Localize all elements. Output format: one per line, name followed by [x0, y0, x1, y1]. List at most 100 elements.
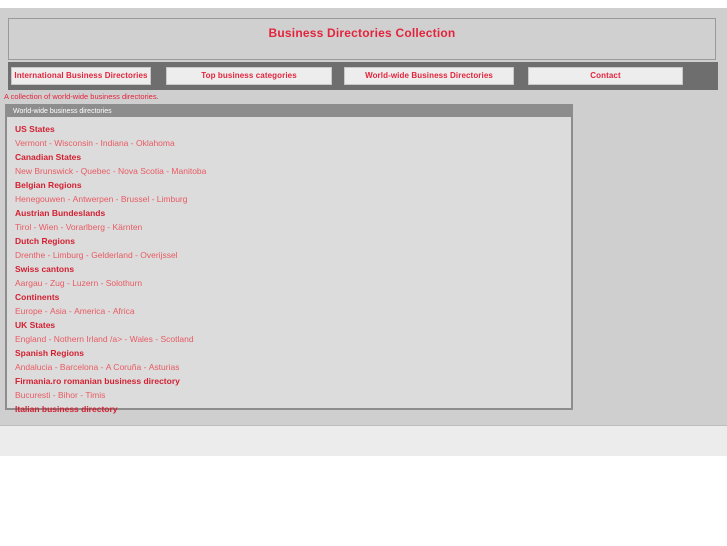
- link-separator: -: [104, 222, 113, 232]
- directory-group-heading[interactable]: Belgian Regions: [15, 178, 571, 192]
- link-separator: -: [141, 362, 149, 372]
- nav-tab-label: Contact: [590, 71, 621, 80]
- directory-link[interactable]: Zug: [50, 278, 65, 288]
- directory-link[interactable]: Scotland: [160, 334, 193, 344]
- directory-link[interactable]: Kärnten: [113, 222, 143, 232]
- directory-link[interactable]: Limburg: [53, 250, 84, 260]
- directory-link[interactable]: Vorarlberg: [66, 222, 105, 232]
- directory-group-links: Vermont - Wisconsin - Indiana - Oklahoma: [15, 136, 571, 150]
- nav-tab-label: World-wide Business Directories: [365, 71, 493, 80]
- directory-link[interactable]: Timis: [85, 390, 105, 400]
- page-body: Business Directories Collection Internat…: [0, 8, 727, 426]
- directory-link[interactable]: Nova Scotia: [118, 166, 164, 176]
- nav-tab-contact[interactable]: Contact: [528, 67, 683, 85]
- directory-group-heading[interactable]: Continents: [15, 290, 571, 304]
- directory-link[interactable]: Limburg: [157, 194, 188, 204]
- panel-title: World-wide business directories: [7, 106, 571, 117]
- directory-group-links: Drenthe - Limburg - Gelderland - Overijs…: [15, 248, 571, 262]
- link-separator: -: [92, 138, 101, 148]
- link-separator: -: [65, 194, 73, 204]
- directory-link[interactable]: Tirol: [15, 222, 31, 232]
- directory-link[interactable]: Quebec: [81, 166, 111, 176]
- directory-link[interactable]: A Coruña: [106, 362, 141, 372]
- link-separator: -: [31, 222, 39, 232]
- link-separator: -: [98, 278, 106, 288]
- link-separator: -: [113, 194, 121, 204]
- directories-list: US States Vermont - Wisconsin - Indiana -…: [7, 117, 571, 416]
- directory-group-links: England - Nothern Irland /a> - Wales - S…: [15, 332, 571, 346]
- directory-link[interactable]: Gelderland: [91, 250, 133, 260]
- nav-tab-international-business-directories[interactable]: International Business Directories: [11, 67, 151, 85]
- directory-link[interactable]: England: [15, 334, 46, 344]
- directory-group: Continents Europe - Asia - America - Afri…: [15, 290, 571, 318]
- directory-group-heading[interactable]: Dutch Regions: [15, 234, 571, 248]
- nav-tab-world-wide-business-directories[interactable]: World-wide Business Directories: [344, 67, 514, 85]
- directory-group: Swiss cantons Aargau - Zug - Luzern - Sol…: [15, 262, 571, 290]
- nav-tab-top-business-categories[interactable]: Top business categories: [166, 67, 332, 85]
- link-separator: -: [122, 334, 130, 344]
- link-separator: -: [128, 138, 136, 148]
- main-navigation: International Business Directories Top b…: [8, 62, 718, 90]
- link-separator: -: [98, 362, 106, 372]
- directory-link[interactable]: Overijssel: [140, 250, 177, 260]
- directory-group-heading[interactable]: Spanish Regions: [15, 346, 571, 360]
- directory-group-heading[interactable]: Austrian Bundeslands: [15, 206, 571, 220]
- directory-link[interactable]: Wisconsin: [54, 138, 93, 148]
- directory-link[interactable]: Bihor: [58, 390, 78, 400]
- directory-group-heading[interactable]: US States: [15, 122, 571, 136]
- directory-group-links: Aargau - Zug - Luzern - Solothurn: [15, 276, 571, 290]
- directory-link[interactable]: Oklahoma: [136, 138, 175, 148]
- directory-link[interactable]: Nothern Irland /a>: [54, 334, 122, 344]
- link-separator: -: [52, 362, 60, 372]
- directory-group: Austrian Bundeslands Tirol - Wien - Vorar…: [15, 206, 571, 234]
- directory-link[interactable]: Vermont: [15, 138, 47, 148]
- nav-tab-label: International Business Directories: [14, 71, 148, 80]
- directory-link[interactable]: Indiana: [101, 138, 129, 148]
- link-separator: -: [105, 306, 113, 316]
- directory-link[interactable]: Manitoba: [171, 166, 206, 176]
- link-separator: -: [58, 222, 66, 232]
- directory-link[interactable]: Drenthe: [15, 250, 45, 260]
- directory-group-heading[interactable]: UK States: [15, 318, 571, 332]
- directories-panel: World-wide business directories US State…: [5, 104, 573, 414]
- footer-strip: [0, 426, 727, 456]
- top-gutter: [0, 0, 727, 8]
- directory-group: Spanish Regions Andalucia - Barcelona - A…: [15, 346, 571, 374]
- directory-group-heading[interactable]: Swiss cantons: [15, 262, 571, 276]
- directory-group-links: New Brunswick - Quebec - Nova Scotia - M…: [15, 164, 571, 178]
- header-banner: Business Directories Collection: [8, 18, 716, 60]
- directory-group: Firmania.ro romanian business directory B…: [15, 374, 571, 402]
- directory-link[interactable]: Africa: [113, 306, 135, 316]
- directory-group-links: Bucuresti - Bihor - Timis: [15, 388, 571, 402]
- directory-link[interactable]: Europe: [15, 306, 42, 316]
- directory-group: Dutch Regions Drenthe - Limburg - Gelderl…: [15, 234, 571, 262]
- link-separator: -: [66, 306, 75, 316]
- directory-link[interactable]: Solothurn: [106, 278, 142, 288]
- directory-group-links: Henegouwen - Antwerpen - Brussel - Limbu…: [15, 192, 571, 206]
- directory-group-heading[interactable]: Italian business directory: [15, 402, 571, 416]
- directory-link[interactable]: Wien: [39, 222, 58, 232]
- directory-group-heading[interactable]: Canadian States: [15, 150, 571, 164]
- directory-group-links: Europe - Asia - America - Africa: [15, 304, 571, 318]
- directory-link[interactable]: Asturias: [149, 362, 180, 372]
- directory-link[interactable]: Antwerpen: [73, 194, 114, 204]
- directory-link[interactable]: Luzern: [72, 278, 98, 288]
- directory-link[interactable]: Bucuresti: [15, 390, 50, 400]
- directory-group: Canadian States New Brunswick - Quebec - …: [15, 150, 571, 178]
- directory-link[interactable]: Brussel: [121, 194, 149, 204]
- below-fold-area: [0, 456, 727, 546]
- directory-link[interactable]: Andalucia: [15, 362, 52, 372]
- directory-link[interactable]: Wales: [130, 334, 153, 344]
- directory-link[interactable]: Asia: [50, 306, 67, 316]
- directory-link[interactable]: New Brunswick: [15, 166, 73, 176]
- directory-link[interactable]: Barcelona: [60, 362, 98, 372]
- link-separator: -: [149, 194, 157, 204]
- directory-link[interactable]: Henegouwen: [15, 194, 65, 204]
- directory-group-heading[interactable]: Firmania.ro romanian business directory: [15, 374, 571, 388]
- site-tagline: A collection of world-wide business dire…: [4, 92, 159, 101]
- link-separator: -: [110, 166, 119, 176]
- link-separator: -: [42, 306, 50, 316]
- directory-group-links: Tirol - Wien - Vorarlberg - Kärnten: [15, 220, 571, 234]
- directory-link[interactable]: Aargau: [15, 278, 42, 288]
- directory-link[interactable]: America: [74, 306, 105, 316]
